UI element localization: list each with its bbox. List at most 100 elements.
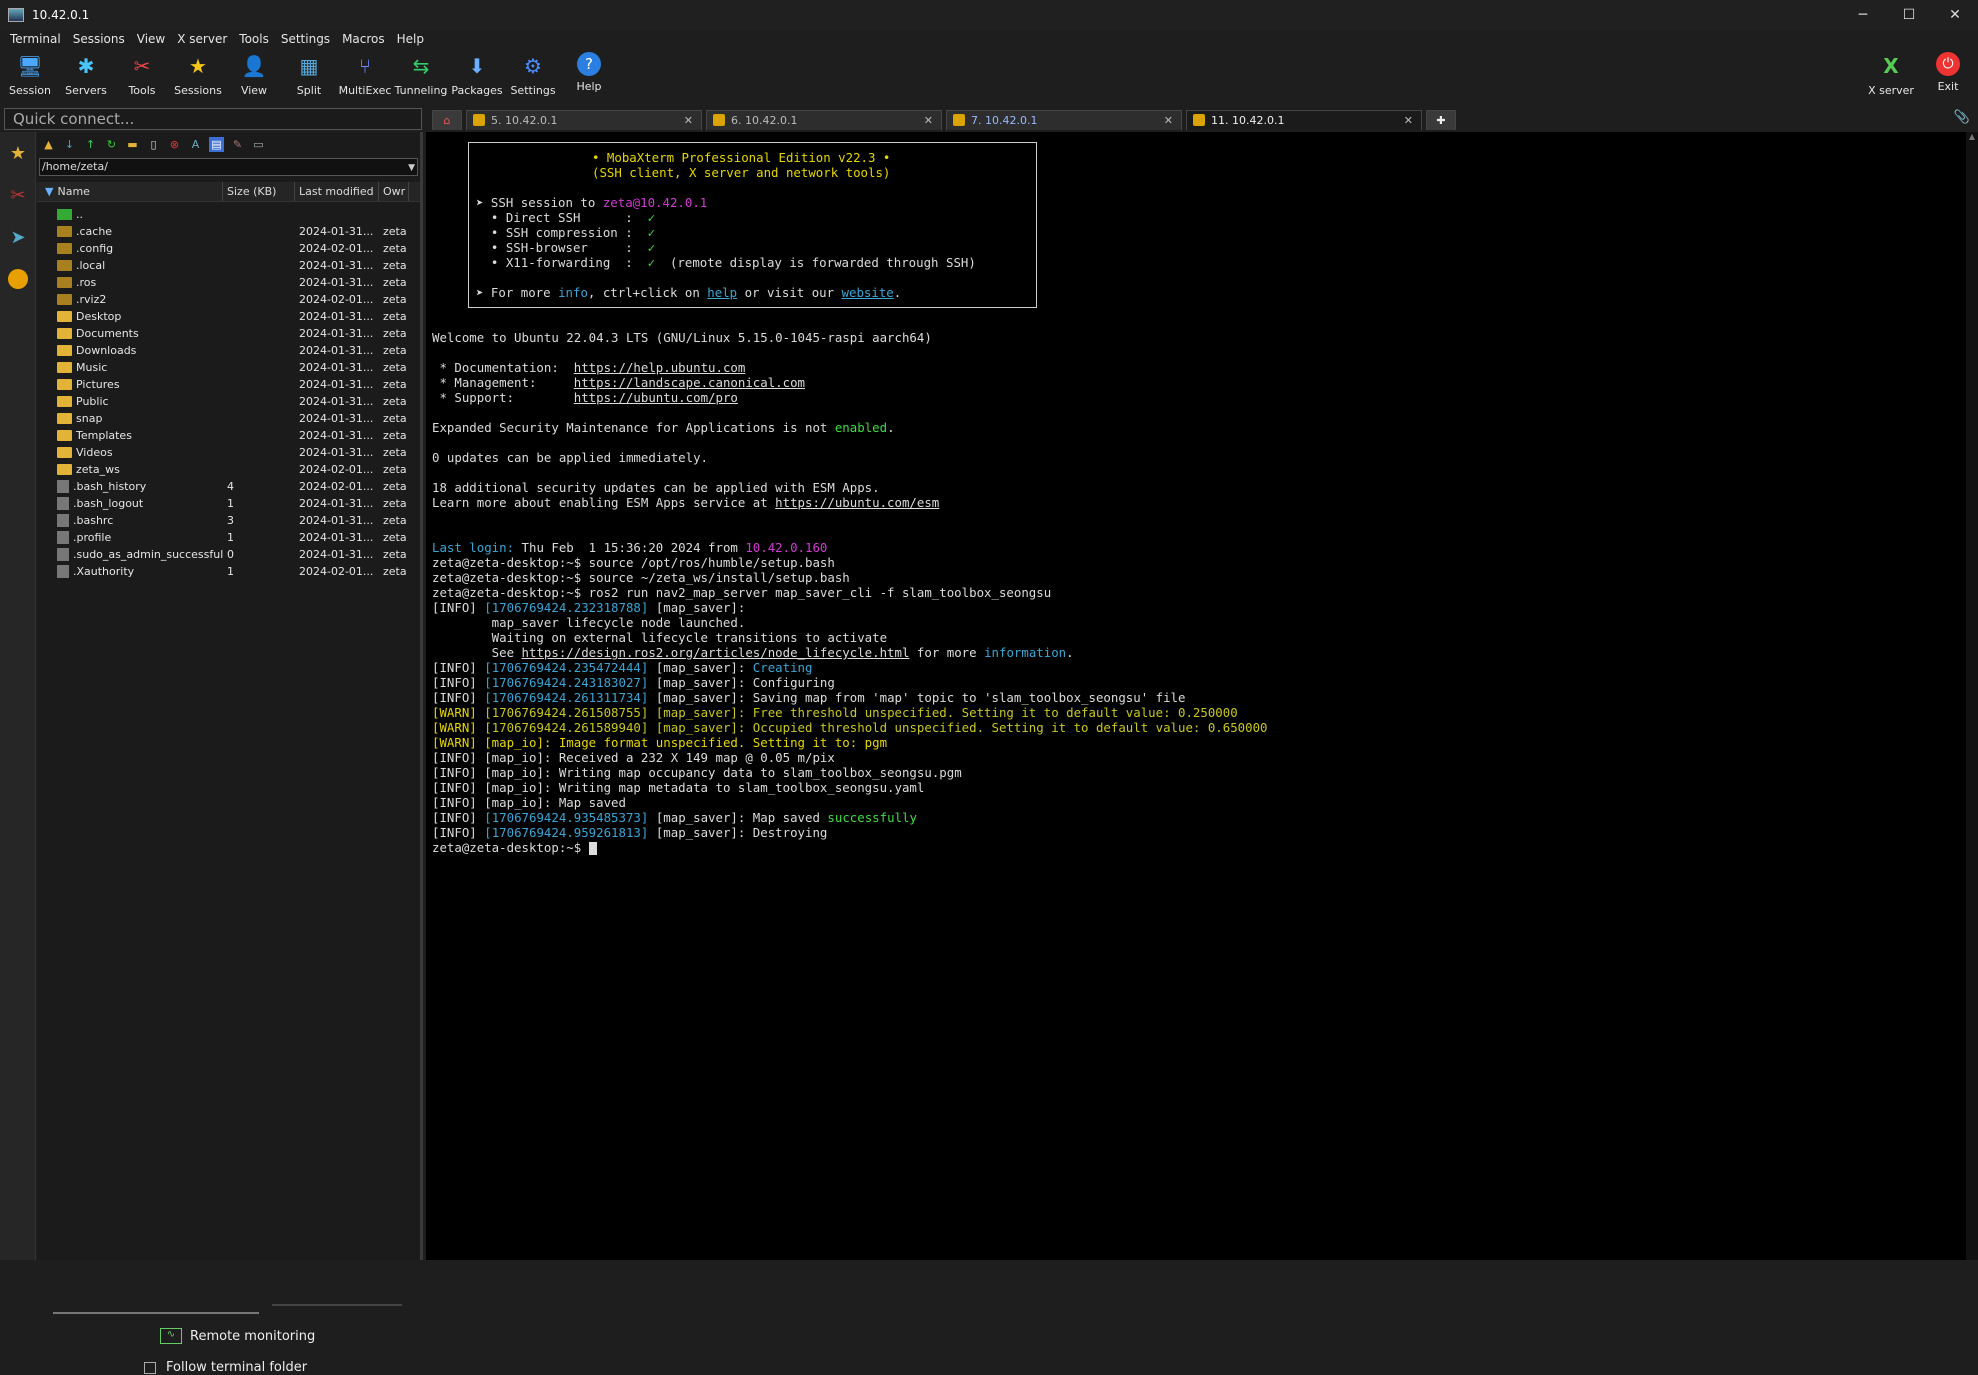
terminal-icon[interactable]: ▭ [251,137,266,152]
multiexec-button[interactable]: ⑂ MultiExec [337,52,393,97]
cursor [588,842,597,855]
last-login-line: Last login: Thu Feb 1 15:36:20 2024 from… [432,540,828,555]
toggle-hidden-icon[interactable]: ▤ [209,136,224,152]
menu-settings[interactable]: Settings [275,30,336,50]
website-link[interactable]: website [842,285,894,300]
file-row[interactable]: .bash_history 4 2024-02-01... zeta [37,478,420,495]
file-row[interactable]: Public 2024-01-31... zeta [37,393,420,410]
ros2-lifecycle-link[interactable]: https://design.ros2.org/articles/node_li… [522,645,910,660]
menu-xserver[interactable]: X server [171,30,233,50]
session-button[interactable]: 🖥 Session [2,52,58,97]
send-icon[interactable]: ➤ [0,216,36,258]
exit-button[interactable]: ⏻ Exit [1920,52,1976,93]
new-tab-button[interactable]: ✚ [1426,110,1456,130]
chevron-down-icon[interactable]: ▼ [408,160,415,176]
view-button[interactable]: 👤 View [226,52,282,97]
star-icon[interactable]: ★ [0,132,36,174]
file-row[interactable]: Templates 2024-01-31... zeta [37,427,420,444]
tab-session-7[interactable]: 7. 10.42.0.1 ✕ [946,110,1182,130]
file-row[interactable]: Downloads 2024-01-31... zeta [37,342,420,359]
maximize-button[interactable]: ☐ [1886,0,1932,30]
folder-icon [57,362,72,373]
menu-help[interactable]: Help [391,30,430,50]
file-row[interactable]: Videos 2024-01-31... zeta [37,444,420,461]
home-tab[interactable]: ⌂ [432,110,462,130]
file-row[interactable]: .ros 2024-01-31... zeta [37,274,420,291]
sftp-icon[interactable] [0,258,36,300]
tools-sidebar-icon[interactable]: ✂ [0,174,36,216]
file-row[interactable]: Pictures 2024-01-31... zeta [37,376,420,393]
file-row[interactable]: Desktop 2024-01-31... zeta [37,308,420,325]
folder-icon [57,345,72,356]
file-row[interactable]: .rviz2 2024-02-01... zeta [37,291,420,308]
servers-button[interactable]: ✱ Servers [58,52,114,97]
file-row[interactable]: snap 2024-01-31... zeta [37,410,420,427]
close-tab-icon[interactable]: ✕ [924,111,933,130]
file-row[interactable]: .Xauthority 1 2024-02-01... zeta [37,563,420,580]
minimize-button[interactable]: ─ [1840,0,1886,30]
upload-icon[interactable]: ↑ [83,137,98,152]
col-modified[interactable]: Last modified [295,182,379,201]
col-name[interactable]: ▼ Name [37,182,223,201]
file-row[interactable]: .config 2024-02-01... zeta [37,240,420,257]
split-button[interactable]: ▦ Split [281,52,337,97]
tab-session-11[interactable]: 11. 10.42.0.1 ✕ [1186,110,1422,130]
file-row[interactable]: zeta_ws 2024-02-01... zeta [37,461,420,478]
file-row[interactable]: .profile 1 2024-01-31... zeta [37,529,420,546]
menu-sessions[interactable]: Sessions [67,30,131,50]
terminal-output[interactable]: • MobaXterm Professional Edition v22.3 •… [426,132,1966,1260]
scroll-up-icon[interactable]: ▲ [1966,132,1978,141]
file-row[interactable]: .cache 2024-01-31... zeta [37,223,420,240]
split-icon: ▦ [299,54,319,78]
tunneling-button[interactable]: ⇆ Tunneling [393,52,449,97]
rename-icon[interactable]: A [188,137,203,152]
quick-connect-input[interactable]: Quick connect... [4,108,422,130]
settings-button[interactable]: ⚙ Settings [505,52,561,97]
file-row[interactable]: .bashrc 3 2024-01-31... zeta [37,512,420,529]
terminal-scrollbar[interactable]: ▲ [1966,132,1978,1260]
close-window-button[interactable]: ✕ [1932,0,1978,30]
support-link[interactable]: https://ubuntu.com/pro [574,390,738,405]
menu-terminal[interactable]: Terminal [4,30,67,50]
help-link[interactable]: help [707,285,737,300]
menu-macros[interactable]: Macros [336,30,391,50]
help-button[interactable]: ? Help [561,52,617,93]
file-row[interactable]: .bash_logout 1 2024-01-31... zeta [37,495,420,512]
file-row[interactable]: Music 2024-01-31... zeta [37,359,420,376]
tab-session-5[interactable]: 5. 10.42.0.1 ✕ [466,110,702,130]
checkbox[interactable] [144,1361,156,1374]
close-tab-icon[interactable]: ✕ [1404,111,1413,130]
path-field[interactable]: /home/zeta/▼ [39,158,418,176]
doc-line: * Documentation: https://help.ubuntu.com [432,360,746,375]
new-folder-icon[interactable]: ▬ [125,137,140,152]
file-icon [57,480,69,493]
col-owner[interactable]: Owr [379,182,409,201]
doc-link[interactable]: https://help.ubuntu.com [574,360,746,375]
new-file-icon[interactable]: ▯ [146,137,161,152]
tab-session-6[interactable]: 6. 10.42.0.1 ✕ [706,110,942,130]
log-line: [INFO] [map_io]: Writing map metadata to… [432,780,925,795]
menu-tools[interactable]: Tools [233,30,275,50]
remote-monitoring-button[interactable]: ∿ Remote monitoring [160,1328,315,1344]
follow-terminal-checkbox[interactable]: Follow terminal folder [144,1360,307,1375]
parent-folder-icon[interactable]: ▲ [41,137,56,152]
packages-button[interactable]: ⬇ Packages [449,52,505,97]
permissions-icon[interactable]: ✎ [230,137,245,152]
refresh-icon[interactable]: ↻ [104,137,119,152]
file-row[interactable]: .sudo_as_admin_successful 0 2024-01-31..… [37,546,420,563]
menu-view[interactable]: View [131,30,171,50]
download-icon[interactable]: ↓ [62,137,77,152]
close-tab-icon[interactable]: ✕ [684,111,693,130]
xserver-button[interactable]: XX server [1863,52,1919,97]
attach-icon[interactable]: 📎 [1954,110,1970,125]
file-row[interactable]: .. [37,206,420,223]
file-row[interactable]: Documents 2024-01-31... zeta [37,325,420,342]
close-tab-icon[interactable]: ✕ [1164,111,1173,130]
tools-button[interactable]: ✂ Tools [114,52,170,97]
file-row[interactable]: .local 2024-01-31... zeta [37,257,420,274]
esm-link[interactable]: https://ubuntu.com/esm [775,495,939,510]
sessions-button[interactable]: ★ Sessions [170,52,226,97]
delete-icon[interactable]: ⊗ [167,137,182,152]
mgmt-link[interactable]: https://landscape.canonical.com [574,375,805,390]
col-size[interactable]: Size (KB) [223,182,295,201]
